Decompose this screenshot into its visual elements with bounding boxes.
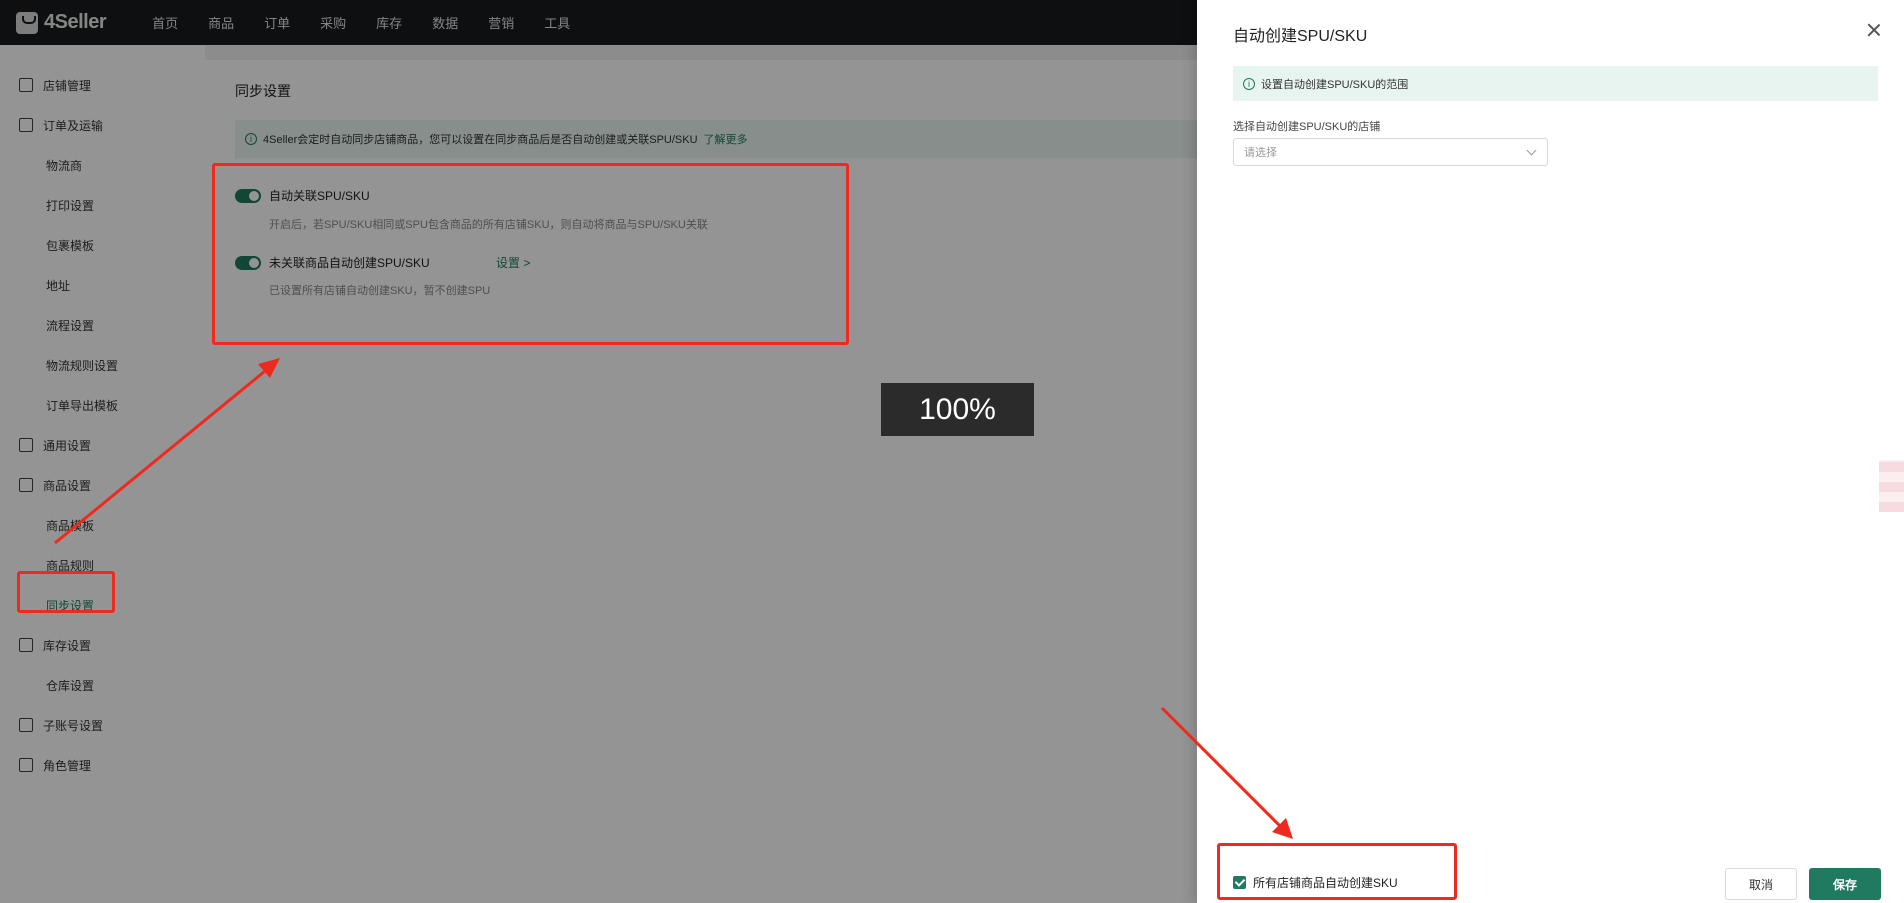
arrow-line-left bbox=[54, 365, 271, 545]
arrow-line-right bbox=[1160, 706, 1285, 831]
annotation-arrows bbox=[54, 358, 1293, 839]
